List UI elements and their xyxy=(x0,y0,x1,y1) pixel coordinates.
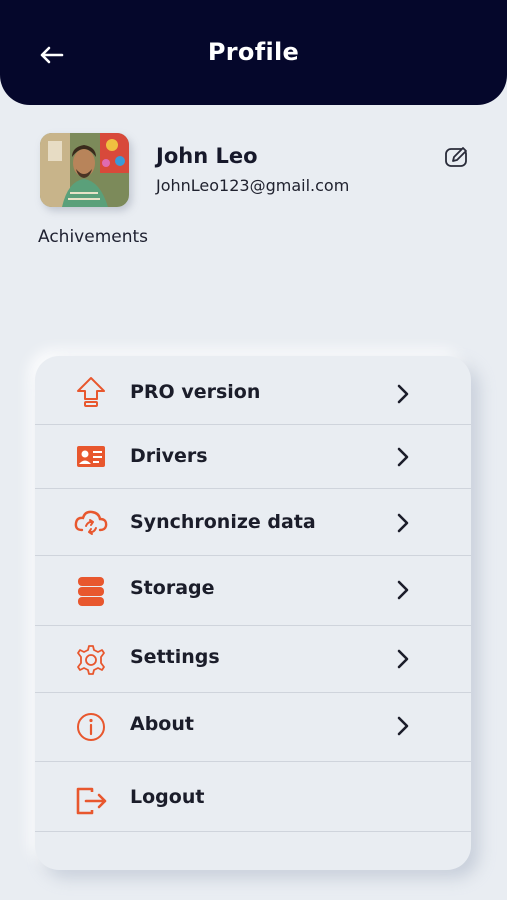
menu-item-label: About xyxy=(130,713,194,735)
menu-item-label: Settings xyxy=(130,646,220,668)
user-photo xyxy=(40,133,129,207)
menu-item-storage[interactable]: Storage xyxy=(35,556,471,626)
menu-item-about[interactable]: About xyxy=(35,693,471,762)
user-name: John Leo xyxy=(156,144,258,168)
chevron-right-icon xyxy=(391,714,415,738)
chevron-right-icon xyxy=(391,647,415,671)
menu-item-label: Synchronize data xyxy=(130,511,316,533)
avatar xyxy=(40,133,129,207)
chevron-right-icon xyxy=(391,382,415,406)
menu-card: PRO version Drivers Synchronize data Sto… xyxy=(35,356,471,870)
cloud-sync-icon xyxy=(73,505,109,541)
edit-profile-button[interactable] xyxy=(442,144,472,170)
gear-icon xyxy=(73,642,109,678)
user-email: JohnLeo123@gmail.com xyxy=(156,176,350,195)
menu-item-drivers[interactable]: Drivers xyxy=(35,425,471,489)
menu-item-settings[interactable]: Settings xyxy=(35,626,471,693)
menu-item-label: Logout xyxy=(130,786,205,808)
menu-item-pro-version[interactable]: PRO version xyxy=(35,356,471,425)
menu-item-label: Storage xyxy=(130,577,215,599)
chevron-right-icon xyxy=(391,511,415,535)
info-icon xyxy=(73,709,109,745)
menu-item-label: PRO version xyxy=(130,381,261,403)
chevron-right-icon xyxy=(391,445,415,469)
upload-arrow-icon xyxy=(73,374,109,410)
menu-item-logout[interactable]: Logout xyxy=(35,762,471,832)
menu-item-label: Drivers xyxy=(130,445,208,467)
menu-item-synchronize-data[interactable]: Synchronize data xyxy=(35,489,471,556)
page-title: Profile xyxy=(207,38,300,66)
achievements-label: Achivements xyxy=(38,227,149,247)
chevron-right-icon xyxy=(391,578,415,602)
id-card-icon xyxy=(73,439,109,475)
edit-pencil-icon xyxy=(445,147,467,167)
app-header: Profile xyxy=(0,0,507,105)
logout-icon xyxy=(73,783,109,819)
database-icon xyxy=(73,573,109,609)
